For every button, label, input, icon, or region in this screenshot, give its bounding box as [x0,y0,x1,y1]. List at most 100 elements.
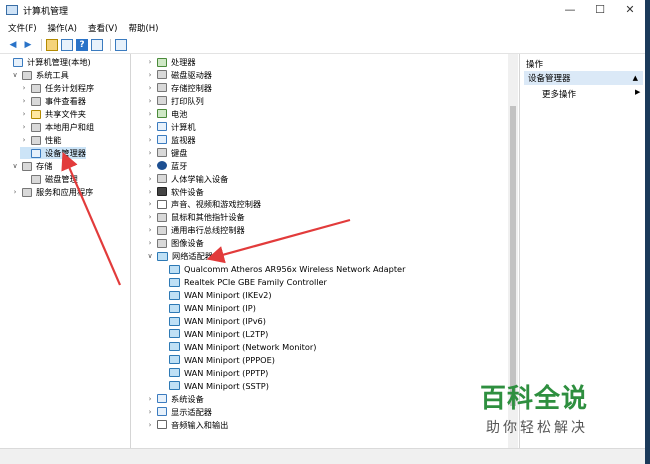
device-icon [169,355,180,365]
device-tree-item[interactable]: WAN Miniport (IPv6) [158,315,266,327]
device-tree-item[interactable]: Qualcomm Atheros AR956x Wireless Network… [158,263,405,275]
device-tree-item[interactable]: › 通用串行总线控制器 [146,224,245,236]
console-tree-item[interactable]: › 性能 [20,134,62,146]
device-tree-item[interactable]: › 显示适配器 [146,406,212,418]
device-tree-item[interactable]: › 监视器 [146,134,196,146]
console-tree-item[interactable]: 磁盘管理 [20,173,78,185]
console-tree-item[interactable]: › 事件查看器 [20,95,86,107]
status-bar [0,448,645,464]
chevron-right-icon[interactable]: › [146,110,154,118]
forward-arrow-icon[interactable]: ▶ [22,39,34,51]
chevron-right-icon[interactable]: › [146,239,154,247]
chevron-down-icon[interactable]: ∨ [11,71,19,79]
device-tree-item[interactable]: › 人体学输入设备 [146,173,229,185]
chevron-right-icon[interactable]: › [20,123,28,131]
chevron-right-icon[interactable]: › [146,149,154,157]
chevron-right-icon[interactable]: › [146,97,154,105]
console-tree-item[interactable]: › 任务计划程序 [20,82,95,94]
device-icon [157,238,167,248]
close-button[interactable]: ✕ [615,0,645,20]
device-tree-item[interactable]: WAN Miniport (PPTP) [158,367,268,379]
device-icon [157,109,167,119]
folder-up-icon[interactable] [46,38,58,51]
device-tree-item[interactable]: WAN Miniport (PPPOE) [158,354,275,366]
device-icon [157,57,167,67]
console-tree-item[interactable]: ∨ 系统工具 [11,69,68,81]
device-icon [157,187,167,196]
show-hide-tree-icon[interactable] [61,38,73,51]
minimize-button[interactable]: — [555,0,585,20]
monitor-icon[interactable] [115,38,127,51]
device-tree-item[interactable]: › 音频输入和输出 [146,419,229,431]
device-tree-item[interactable]: WAN Miniport (Network Monitor) [158,341,316,353]
device-tree-item[interactable]: WAN Miniport (IP) [158,302,256,314]
expand-arrow-icon: ▶ [635,88,641,96]
device-tree-item[interactable]: › 存储控制器 [146,82,212,94]
menu-file[interactable]: 文件(F) [8,22,37,34]
console-tree-item[interactable]: › 共享文件夹 [20,108,86,120]
device-tree-item[interactable]: WAN Miniport (L2TP) [158,328,268,340]
device-tree-item[interactable]: WAN Miniport (IKEv2) [158,289,272,301]
properties-icon[interactable] [91,38,103,51]
actions-header: 操作 [526,60,544,70]
device-tree-item[interactable]: › 图像设备 [146,237,204,249]
device-tree-item[interactable]: › 键盘 [146,147,188,159]
device-tree-label: WAN Miniport (Network Monitor) [184,341,317,352]
device-tree-item[interactable]: WAN Miniport (SSTP) [158,380,269,392]
chevron-right-icon[interactable]: › [146,421,154,429]
chevron-right-icon[interactable]: › [20,84,28,92]
device-icon [157,225,167,235]
actions-section-device-manager[interactable]: 设备管理器 ▲ [524,71,643,85]
chevron-right-icon[interactable]: › [20,97,28,105]
device-tree-item[interactable]: › 蓝牙 [146,160,188,172]
device-tree-item[interactable]: › 声音、视频和游戏控制器 [146,198,261,210]
device-tree-label: 鼠标和其他指针设备 [171,212,245,223]
device-tree-item[interactable]: › 计算机 [146,121,196,133]
device-tree-item[interactable]: › 打印队列 [146,95,204,107]
menu-action[interactable]: 操作(A) [48,22,77,34]
chevron-right-icon[interactable]: › [146,162,154,170]
device-tree-item[interactable]: › 处理器 [146,56,196,68]
console-tree-item[interactable]: 计算机管理(本地) [2,56,91,68]
console-tree-label: 磁盘管理 [45,174,78,184]
chevron-right-icon[interactable]: › [146,188,154,196]
device-tree-item[interactable]: › 鼠标和其他指针设备 [146,211,245,223]
device-icon [157,135,167,145]
chevron-right-icon[interactable]: › [11,188,19,196]
chevron-right-icon[interactable]: › [146,395,154,403]
console-tree-item[interactable]: › 服务和应用程序 [11,186,94,198]
console-tree-item[interactable]: ∨ 存储 [11,160,52,172]
device-icon [157,96,167,106]
chevron-right-icon[interactable]: › [146,136,154,144]
chevron-right-icon[interactable]: › [146,58,154,66]
chevron-right-icon[interactable]: › [20,110,28,118]
chevron-right-icon[interactable]: › [146,84,154,92]
chevron-down-icon[interactable]: ∨ [11,162,19,170]
baike-watermark: 百科全说 助你轻松解决 [480,378,610,438]
chevron-right-icon[interactable]: › [146,408,154,416]
scrollbar-thumb[interactable] [510,106,516,406]
chevron-right-icon[interactable]: › [146,213,154,221]
device-tree-item[interactable]: Realtek PCIe GBE Family Controller [158,276,327,288]
maximize-button[interactable]: ☐ [585,0,615,20]
device-tree-item[interactable]: › 磁盘驱动器 [146,69,212,81]
collapse-arrow-icon[interactable]: ▲ [633,74,638,82]
console-tree-item[interactable]: 设备管理器 [20,147,86,159]
more-actions-link[interactable]: 更多操作 ▶ [542,88,642,100]
back-arrow-icon[interactable]: ◀ [7,39,19,51]
menu-view[interactable]: 查看(V) [88,22,117,34]
help-icon[interactable]: ? [76,38,88,51]
device-tree-item[interactable]: › 电池 [146,108,188,120]
chevron-right-icon[interactable]: › [146,200,154,208]
chevron-down-icon[interactable]: ∨ [146,252,154,260]
menu-help[interactable]: 帮助(H) [128,22,158,34]
chevron-right-icon[interactable]: › [146,71,154,79]
chevron-right-icon[interactable]: › [146,175,154,183]
chevron-right-icon[interactable]: › [20,136,28,144]
chevron-right-icon[interactable]: › [146,123,154,131]
console-tree-item[interactable]: › 本地用户和组 [20,121,95,133]
chevron-right-icon[interactable]: › [146,226,154,234]
device-tree-item[interactable]: ∨ 网络适配器 [146,250,213,262]
device-tree-item[interactable]: › 软件设备 [146,186,204,198]
device-tree-item[interactable]: › 系统设备 [146,393,204,405]
